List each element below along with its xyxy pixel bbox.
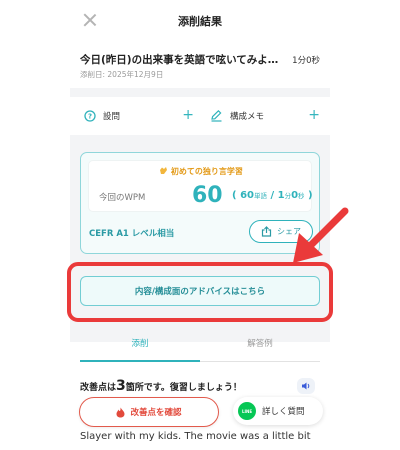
entry-title: 今日(昨日)の出来事を英語で呟いてみよ… xyxy=(80,54,279,66)
memo-plus-icon[interactable]: + xyxy=(308,107,320,123)
badge-label: 初めての独り言学習 xyxy=(170,167,243,176)
advice-label: 内容/構成面のアドバイスはこちら xyxy=(134,287,266,297)
first-session-badge: 初めての独り言学習 xyxy=(89,166,313,177)
page-title: 添削結果 xyxy=(178,15,222,28)
detail-close: ) xyxy=(304,190,313,201)
tab-example-answer[interactable]: 解答例 xyxy=(200,334,320,362)
line-icon: LINE xyxy=(238,402,256,420)
question-button[interactable]: ? 設問 + xyxy=(84,97,194,135)
seconds: 0 xyxy=(291,190,299,201)
ask-question-label: 詳しく質問 xyxy=(262,407,305,417)
check-improvements-button[interactable]: 改善点を確認 xyxy=(79,397,219,427)
summary-suffix: 箇所です。復習しましょう！ xyxy=(125,383,242,393)
clap-icon xyxy=(159,167,171,176)
wpm-card: 初めての独り言学習 今回のWPM 60 ( 60単語 / 1分0秒 ) CEFR… xyxy=(80,152,320,254)
ask-question-button[interactable]: LINE 詳しく質問 xyxy=(233,397,323,425)
tab-active-indicator xyxy=(80,360,200,362)
cefr-level: CEFR A1 レベル相当 xyxy=(89,229,175,239)
tools-card: ? 設問 + 構成メモ + xyxy=(70,97,330,135)
entry-card: 今日(昨日)の出来事を英語で呟いてみよ… 1分0秒 添削日: 2025年12月9… xyxy=(70,42,330,88)
entry-date: 添削日: 2025年12月9日 xyxy=(80,70,164,79)
pencil-icon xyxy=(210,107,223,126)
improvement-count: 3 xyxy=(116,378,126,394)
memo-label: 構成メモ xyxy=(230,112,265,122)
word-count: 60 xyxy=(240,190,254,201)
svg-text:?: ? xyxy=(88,112,92,120)
memo-button[interactable]: 構成メモ + xyxy=(210,97,320,135)
detail-open: ( xyxy=(232,190,241,201)
question-label: 設問 xyxy=(103,112,121,122)
wpm-panel: 初めての独り言学習 今回のWPM 60 ( 60単語 / 1分0秒 ) xyxy=(88,160,313,212)
minutes: 1 xyxy=(277,190,285,201)
speaker-icon[interactable] xyxy=(297,378,315,394)
question-plus-icon[interactable]: + xyxy=(182,107,194,123)
wpm-value: 60 xyxy=(192,183,223,208)
line-badge-text: LINE xyxy=(241,408,253,414)
summary-prefix: 改善点は xyxy=(80,383,117,393)
check-improvements-label: 改善点を確認 xyxy=(130,408,182,418)
improvement-summary: 改善点は3箇所です。復習しましょう！ xyxy=(80,378,242,394)
question-icon: ? xyxy=(84,107,96,126)
word-unit: 単語 xyxy=(253,192,267,200)
tab-bar: 添削 解答例 xyxy=(80,334,320,362)
detail-sep: / xyxy=(266,190,278,201)
entry-duration: 1分0秒 xyxy=(292,56,320,66)
fire-icon xyxy=(116,403,125,422)
body-text-line: Slayer with my kids. The movie was a lit… xyxy=(80,431,311,442)
tab-correction[interactable]: 添削 xyxy=(80,334,200,362)
share-icon xyxy=(261,222,272,241)
header: 添削結果 xyxy=(0,0,400,42)
wpm-label: 今回のWPM xyxy=(99,193,146,203)
advice-button[interactable]: 内容/構成面のアドバイスはこちら xyxy=(80,276,320,306)
wpm-detail: ( 60単語 / 1分0秒 ) xyxy=(232,190,313,201)
